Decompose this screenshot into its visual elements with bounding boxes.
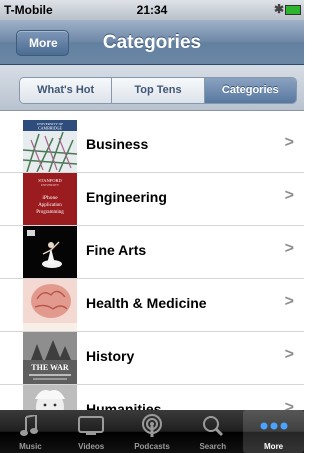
bluetooth-icon: ✱: [273, 2, 284, 16]
category-row-engineering[interactable]: STANFORD UNIVERSITY iPhone Application P…: [0, 173, 304, 226]
category-list: UNIVERSITY OF CAMBRIDGE Business > STANF…: [0, 120, 304, 410]
segment-categories[interactable]: Categories: [204, 78, 296, 103]
category-label: Engineering: [86, 189, 167, 205]
status-time: 21:34: [136, 3, 168, 17]
music-icon: [0, 414, 61, 438]
category-row-fine-arts[interactable]: Fine Arts >: [0, 226, 304, 279]
segment-toolbar: What's Hot Top Tens Categories: [0, 65, 304, 111]
chevron-right-icon: >: [284, 399, 294, 410]
category-label: Business: [86, 136, 149, 152]
videos-icon: [61, 414, 122, 438]
tab-label: Search: [199, 442, 227, 451]
engineering-thumbnail: STANFORD UNIVERSITY iPhone Application P…: [23, 173, 77, 225]
health-medicine-thumbnail: [23, 279, 77, 331]
history-thumbnail: THE WAR: [23, 332, 77, 384]
status-bar: T-Mobile 21:34 ✱: [0, 0, 304, 20]
svg-text:THE WAR: THE WAR: [31, 363, 69, 372]
fine-arts-thumbnail: [23, 226, 77, 278]
chevron-right-icon: >: [284, 293, 294, 310]
battery-icon: [285, 5, 301, 15]
humanities-thumbnail: [23, 385, 77, 410]
business-thumbnail: UNIVERSITY OF CAMBRIDGE: [23, 120, 77, 172]
svg-text:CAMBRIDGE: CAMBRIDGE: [38, 126, 63, 131]
category-label: Health & Medicine: [86, 295, 207, 311]
category-row-humanities[interactable]: Humanities >: [0, 385, 304, 410]
more-icon: [243, 414, 304, 438]
category-label: Humanities: [86, 401, 162, 410]
tab-videos[interactable]: Videos: [61, 410, 122, 453]
tab-podcasts[interactable]: Podcasts: [122, 410, 183, 453]
navigation-bar: More Categories: [0, 20, 304, 65]
chevron-right-icon: >: [284, 346, 294, 363]
category-label: History: [86, 348, 135, 364]
svg-text:UNIVERSITY: UNIVERSITY: [41, 183, 60, 187]
podcasts-icon: [122, 414, 183, 438]
tab-label: Podcasts: [134, 442, 170, 451]
tab-bar: Music Videos Podcasts Search More: [0, 410, 304, 453]
category-row-health-medicine[interactable]: Health & Medicine >: [0, 279, 304, 332]
segment-top-tens[interactable]: Top Tens: [112, 78, 205, 103]
chevron-right-icon: >: [284, 187, 294, 204]
tab-search[interactable]: Search: [182, 410, 243, 453]
tab-label: Music: [19, 442, 42, 451]
chevron-right-icon: >: [284, 240, 294, 257]
tab-label: More: [264, 442, 284, 451]
tab-more[interactable]: More: [243, 410, 304, 453]
segmented-control: What's Hot Top Tens Categories: [19, 77, 297, 104]
chevron-right-icon: >: [284, 134, 294, 151]
segment-whats-hot[interactable]: What's Hot: [20, 78, 113, 103]
back-button[interactable]: More: [16, 30, 69, 56]
svg-text:Application: Application: [38, 203, 62, 208]
tab-music[interactable]: Music: [0, 410, 61, 453]
svg-text:iPhone: iPhone: [42, 195, 58, 201]
category-label: Fine Arts: [86, 242, 147, 258]
category-row-business[interactable]: UNIVERSITY OF CAMBRIDGE Business >: [0, 120, 304, 173]
search-icon: [182, 414, 243, 438]
svg-text:Programming: Programming: [36, 210, 64, 215]
tab-label: Videos: [78, 442, 105, 451]
category-row-history[interactable]: THE WAR History >: [0, 332, 304, 385]
